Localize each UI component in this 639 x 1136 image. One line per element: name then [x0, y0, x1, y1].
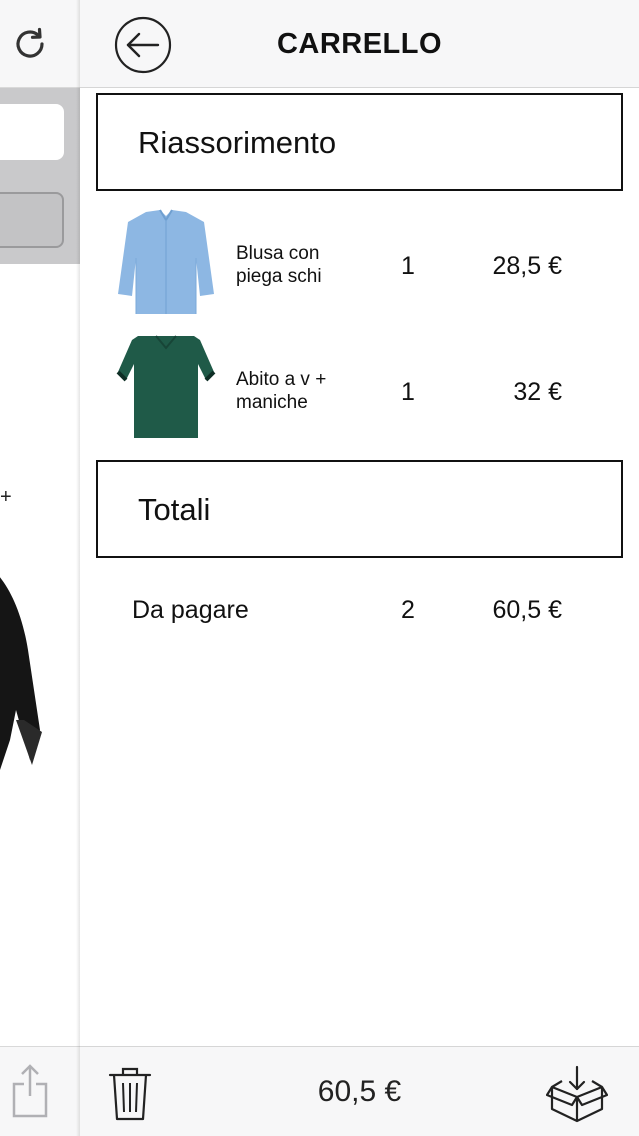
- bottom-bar: 60,5 €: [80, 1046, 639, 1136]
- cart-item-row[interactable]: Blusa con piega schi 1 28,5 €: [80, 208, 639, 318]
- cart-panel: CARRELLO Riassorimento Blusa con piega s…: [80, 0, 639, 1136]
- box-download-icon[interactable]: [546, 1065, 608, 1123]
- item-quantity: 1: [401, 252, 415, 280]
- items-section-title: Riassorimento: [138, 125, 337, 160]
- cart-item-row[interactable]: Abito a v + maniche 1 32 €: [80, 334, 639, 444]
- refresh-icon[interactable]: [10, 24, 50, 64]
- background-button[interactable]: [0, 192, 64, 248]
- item-price: 28,5 €: [492, 252, 562, 280]
- total-price: 60,5 €: [492, 596, 562, 624]
- total-row: Da pagare 2 60,5 €: [80, 590, 639, 630]
- top-bar: CARRELLO: [80, 0, 639, 88]
- background-page: +: [0, 0, 80, 1136]
- total-label: Da pagare: [132, 596, 249, 624]
- share-icon[interactable]: [10, 1062, 50, 1120]
- page-title: CARRELLO: [276, 28, 443, 60]
- background-partial-text: +: [0, 486, 12, 508]
- blue-blouse-image[interactable]: [116, 208, 216, 316]
- background-input[interactable]: [0, 104, 64, 160]
- items-section-header: Riassorimento: [96, 93, 623, 191]
- totals-section-header: Totali: [96, 460, 623, 558]
- item-name: Abito a v + maniche: [236, 369, 327, 413]
- item-name: Blusa con piega schi: [236, 243, 322, 287]
- total-quantity: 2: [401, 596, 415, 624]
- totals-section-title: Totali: [138, 492, 211, 527]
- green-dress-image[interactable]: [116, 334, 216, 442]
- background-product-image[interactable]: [0, 560, 50, 840]
- item-quantity: 1: [401, 378, 415, 406]
- item-price: 32 €: [513, 378, 562, 406]
